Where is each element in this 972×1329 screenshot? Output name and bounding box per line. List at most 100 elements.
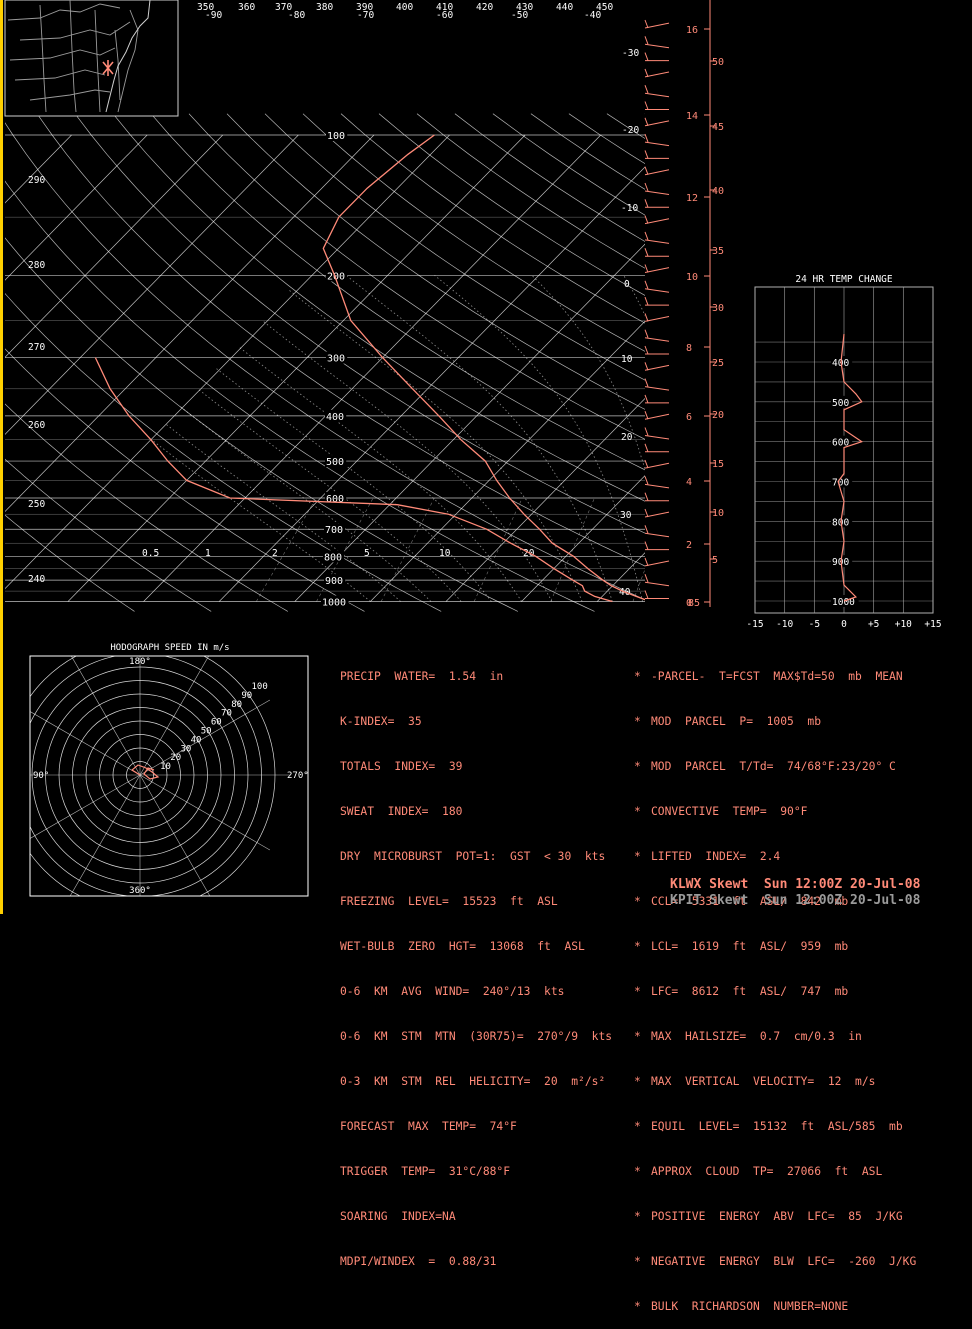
height-km-label: 16 [686, 25, 698, 36]
stat-line: WET-BULB ZERO HGT= 13068 ft ASL [340, 940, 585, 953]
wind-barb-flag [644, 101, 649, 110]
stat-line: -PARCEL- T=FCST MAX$Td=50 mb MEAN [651, 670, 903, 683]
wind-barb [644, 511, 670, 518]
stat-line: LFC= 8612 ft ASL/ 747 mb [651, 985, 849, 998]
hodograph-dir-label: 270° [287, 771, 309, 781]
height-kft-label: 30 [712, 303, 724, 314]
dry-adiabat [112, 113, 645, 502]
wind-barb [644, 581, 670, 587]
hodograph-ring-label: 90 [241, 691, 252, 701]
footer-station-1: KLWX Skewt Sun 12:00Z 20-Jul-08 [670, 877, 921, 892]
wind-barb-flag [644, 68, 649, 78]
wind-barb [644, 120, 670, 127]
wind-barb-flag [644, 19, 649, 29]
stat-line: MOD PARCEL P= 1005 mb [651, 715, 822, 728]
panel-pressure-label: 700 [832, 478, 849, 489]
separator: * [634, 985, 641, 998]
wind-barb [644, 316, 670, 322]
mixing-ratio-label: 0.5 [142, 548, 159, 559]
panel-tick-label: +10 [895, 619, 912, 630]
wind-barb [644, 560, 670, 567]
separator: * [634, 670, 641, 683]
stat-line: PRECIP WATER= 1.54 in [340, 670, 504, 683]
separator: * [634, 895, 641, 908]
wind-barb-flag [644, 280, 649, 289]
hodograph-ring-label: 20 [170, 753, 181, 763]
hodograph-frame [29, 655, 309, 897]
hodograph-ring-label: 30 [180, 744, 191, 754]
top-label: 360 [238, 2, 255, 13]
wind-barb-flag [644, 443, 649, 452]
height-kft-label: 35 [712, 246, 724, 257]
moist-adiabat [531, 275, 645, 472]
top-temp-label: -50 [511, 10, 528, 21]
height-km-label: 8 [686, 343, 692, 354]
height-axis: 1614121086420504540353025201510585 [686, 0, 724, 609]
pressure-label: 900 [325, 576, 343, 587]
stat-line: TOTALS INDEX= 39 [340, 760, 463, 773]
separator: * [634, 1030, 641, 1043]
wind-barb-flag [644, 182, 649, 192]
pressure-label: 400 [326, 412, 344, 423]
wind-barb-flag [644, 313, 649, 322]
wind-barb [644, 288, 670, 293]
isotherm [900, 135, 972, 602]
wind-barb-flag [644, 508, 649, 518]
height-km-label: 6 [686, 412, 692, 423]
wind-barb-flag [644, 150, 649, 159]
height-km-label: 14 [686, 111, 698, 122]
wind-barb [644, 190, 670, 195]
stat-line: FORECAST MAX TEMP= 74°F [340, 1120, 517, 1133]
dry-adiabat [36, 113, 645, 567]
wind-barb-flag [644, 394, 649, 404]
stat-line: TRIGGER TEMP= 31°C/88°F [340, 1165, 511, 1178]
stat-line: MDPI/WINDEX = 0.88/31 [340, 1255, 497, 1268]
top-temp-label: -60 [436, 10, 453, 21]
theta-label: 250 [28, 499, 45, 510]
map-inset [4, 0, 179, 117]
wind-barb [644, 218, 670, 225]
dry-adiabat [5, 403, 288, 612]
isotherm [143, 134, 602, 602]
isotherm-label: 0 [624, 279, 630, 290]
panel-tick-label: +5 [868, 619, 879, 630]
moist-adiabat [345, 275, 613, 602]
dry-adiabat [302, 113, 645, 352]
stat-line: MAX HAILSIZE= 0.7 cm/0.3 in [651, 1030, 862, 1043]
height-km-label: 4 [686, 477, 692, 488]
hodograph-dir-label: 360° [129, 886, 151, 896]
wind-barb [644, 43, 670, 49]
stat-line: SOARING INDEX=NA [340, 1210, 456, 1223]
dry-adiabat [188, 113, 645, 440]
separator: * [634, 940, 641, 953]
isotherm [5, 134, 299, 435]
stat-line: DRY MICROBURST POT=1: GST < 30 kts [340, 850, 606, 863]
skewt-grid [5, 113, 972, 612]
height-kft-label: 10 [712, 508, 724, 519]
dry-adiabat [378, 113, 645, 296]
skewt-profiles [94, 134, 645, 603]
separator: * [634, 1075, 641, 1088]
wind-barb-flag [644, 296, 649, 306]
isotherm [748, 135, 972, 602]
wind-barb [644, 462, 670, 469]
wind-barb-flag [644, 459, 649, 469]
theta-label: 290 [28, 175, 45, 186]
theta-label: 240 [28, 574, 45, 585]
isotherm [5, 134, 148, 281]
wind-barb [644, 267, 670, 273]
stats-right: -PARCEL- T=FCST MAX$Td=50 mb MEAN MOD PA… [651, 639, 916, 1329]
dry-adiabat [492, 113, 645, 216]
stat-line: MOD PARCEL T/Td= 74/68°F:23/20° C [651, 760, 896, 773]
pressure-label: 1000 [322, 598, 346, 609]
height-kft-label: 15 [712, 459, 724, 470]
wind-barb-flag [644, 574, 649, 583]
stat-line: APPROX CLOUD TP= 27066 ft ASL [651, 1165, 883, 1178]
stat-line: BULK RICHARDSON NUMBER=NONE [651, 1300, 849, 1313]
wind-barbs [644, 19, 670, 599]
moist-adiabat [700, 275, 733, 601]
stat-line: LCL= 1619 ft ASL/ 959 mb [651, 940, 849, 953]
wind-barb-flag [644, 557, 649, 567]
separator: * [634, 1255, 641, 1268]
height-kft-label: 5 [712, 555, 718, 566]
